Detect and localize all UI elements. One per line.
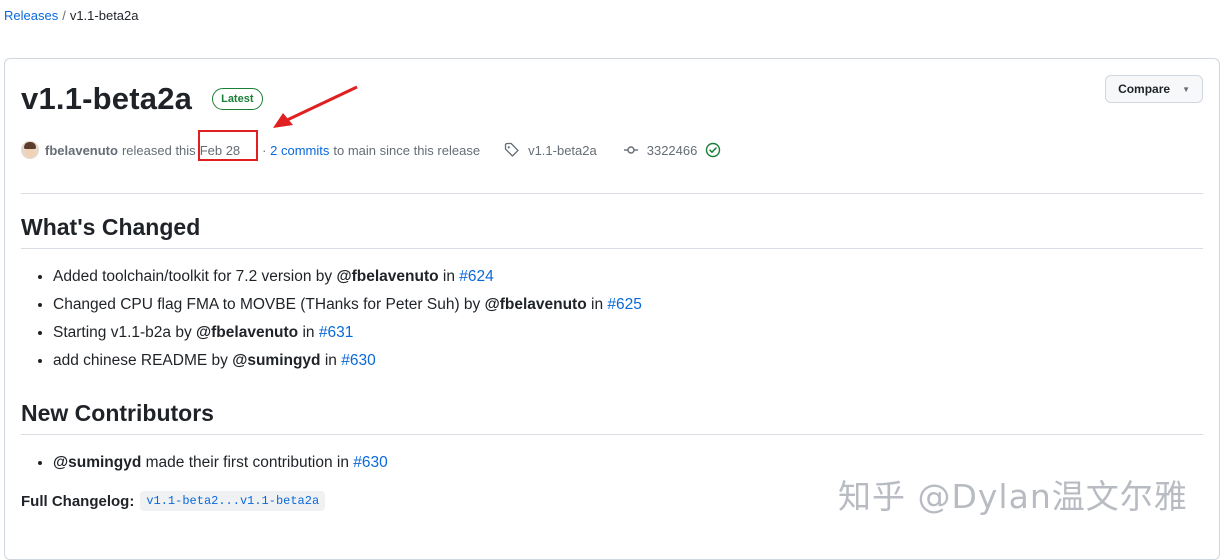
item-text: Added toolchain/toolkit for 7.2 version … bbox=[53, 268, 337, 285]
breadcrumb: Releases / v1.1-beta2a bbox=[4, 8, 139, 23]
latest-badge: Latest bbox=[212, 88, 263, 110]
annotation-arrow-icon bbox=[273, 85, 358, 128]
git-commit-icon bbox=[623, 142, 639, 158]
header-divider bbox=[21, 193, 1203, 194]
item-text: Starting v1.1-b2a by bbox=[53, 324, 197, 341]
item-text: Changed CPU flag FMA to MOVBE (THanks fo… bbox=[53, 296, 485, 313]
breadcrumb-releases-link[interactable]: Releases bbox=[4, 8, 58, 23]
pr-link[interactable]: #630 bbox=[353, 454, 387, 471]
new-contributors-list: @sumingyd made their first contribution … bbox=[21, 449, 388, 477]
compare-label: Compare bbox=[1118, 82, 1171, 96]
release-title: v1.1-beta2a bbox=[21, 81, 193, 116]
author-link[interactable]: fbelavenuto bbox=[45, 143, 118, 158]
compare-button[interactable]: Compare ▼ bbox=[1105, 75, 1203, 103]
check-circle-icon bbox=[705, 142, 721, 158]
released-text: released this bbox=[121, 142, 196, 158]
commits-prefix: · bbox=[262, 142, 267, 158]
pr-link[interactable]: #624 bbox=[459, 268, 493, 285]
annotation-highlight-box bbox=[198, 130, 258, 161]
list-item: Changed CPU flag FMA to MOVBE (THanks fo… bbox=[53, 291, 642, 319]
list-item: Added toolchain/toolkit for 7.2 version … bbox=[53, 263, 642, 291]
release-meta: fbelavenuto released this Feb 28 · 2 com… bbox=[21, 141, 721, 159]
new-contributors-heading: New Contributors bbox=[21, 400, 214, 426]
list-item: add chinese README by @sumingyd in #630 bbox=[53, 347, 642, 375]
commits-link[interactable]: 2 commits bbox=[270, 143, 329, 158]
section-divider bbox=[21, 434, 1203, 435]
list-item: Starting v1.1-b2a by @fbelavenuto in #63… bbox=[53, 319, 642, 347]
tag-item[interactable]: v1.1-beta2a bbox=[504, 142, 597, 158]
avatar[interactable] bbox=[21, 141, 39, 159]
user-mention-link[interactable]: @fbelavenuto bbox=[485, 296, 587, 313]
list-item: @sumingyd made their first contribution … bbox=[53, 449, 388, 477]
tag-icon bbox=[504, 142, 520, 158]
user-mention-link[interactable]: @sumingyd bbox=[53, 454, 141, 471]
changelog-link[interactable]: v1.1-beta2...v1.1-beta2a bbox=[140, 491, 326, 511]
user-mention-link[interactable]: @sumingyd bbox=[232, 352, 320, 369]
pr-link[interactable]: #631 bbox=[319, 324, 353, 341]
changelog-label: Full Changelog: bbox=[21, 492, 135, 510]
full-changelog: Full Changelog: v1.1-beta2...v1.1-beta2a bbox=[21, 491, 326, 511]
commit-sha: 3322466 bbox=[646, 142, 698, 158]
whats-changed-heading: What's Changed bbox=[21, 214, 201, 240]
item-text: add chinese README by bbox=[53, 352, 233, 369]
pr-link[interactable]: #630 bbox=[341, 352, 375, 369]
item-in-text: in bbox=[586, 296, 608, 313]
commits-suffix: to main since this release bbox=[333, 142, 481, 158]
item-in-text: in bbox=[438, 268, 460, 285]
commit-item[interactable]: 3322466 bbox=[623, 142, 722, 158]
watermark: 知乎 @Dylan温文尔雅 bbox=[838, 477, 1188, 516]
user-mention-link[interactable]: @fbelavenuto bbox=[336, 268, 438, 285]
pr-link[interactable]: #625 bbox=[607, 296, 641, 313]
breadcrumb-current: v1.1-beta2a bbox=[69, 8, 139, 23]
user-mention-link[interactable]: @fbelavenuto bbox=[196, 324, 298, 341]
item-text: made their first contribution in bbox=[141, 454, 354, 471]
item-in-text: in bbox=[298, 324, 319, 341]
release-header: v1.1-beta2a Latest bbox=[21, 81, 263, 117]
section-divider bbox=[21, 248, 1203, 249]
tag-name: v1.1-beta2a bbox=[528, 142, 597, 158]
item-in-text: in bbox=[320, 352, 342, 369]
chevron-down-icon: ▼ bbox=[1182, 84, 1190, 94]
breadcrumb-separator: / bbox=[62, 8, 66, 23]
whats-changed-list: Added toolchain/toolkit for 7.2 version … bbox=[21, 263, 642, 375]
